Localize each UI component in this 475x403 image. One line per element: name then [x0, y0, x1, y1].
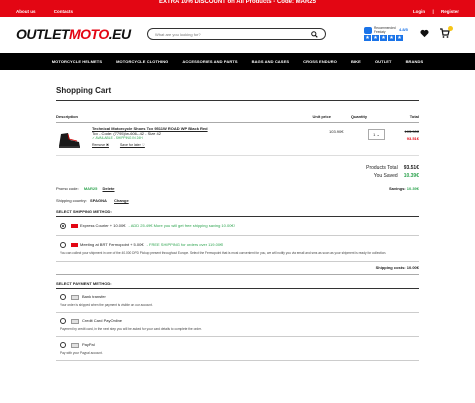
star-icon: ★	[380, 35, 387, 41]
promo-code: MAR25	[83, 186, 98, 191]
bank-icon	[71, 294, 79, 300]
nav-bags-cases[interactable]: BAGS AND CASES	[252, 59, 289, 64]
cart-table-header: Description Unit price Quantity Total	[56, 114, 419, 123]
rating-stars: ★ ★ ★ ★ ★	[364, 35, 403, 41]
shipping-option-note: - FREE SHIPPING for orders over 119.00€!	[146, 242, 224, 248]
delete-promo-button[interactable]: Delete	[103, 186, 115, 191]
top-bar: About us Contacts Login | Register	[0, 5, 475, 17]
star-icon: ★	[372, 35, 379, 41]
shipping-costs: Shipping costs: 10.00€	[56, 265, 419, 275]
nav-outlet[interactable]: OUTLET	[375, 59, 392, 64]
search-icon[interactable]	[311, 30, 318, 38]
products-total-value: 93.51€	[403, 165, 419, 171]
col-unit-price: Unit price	[312, 114, 331, 119]
logo-outlet: OUTLET	[16, 26, 70, 42]
shipping-option-name: Express Courier + 10.00€	[80, 223, 126, 229]
cart-totals: Products Total 93.51€ You Saved 10.39€	[56, 164, 419, 180]
shipping-option-fermopoint[interactable]: Meeting at BRT Fermopoint + 5.00€ - FREE …	[56, 236, 419, 262]
courier-logo-icon	[71, 224, 78, 228]
login-link[interactable]: Login	[413, 9, 425, 14]
payment-option-name: PayPal	[82, 342, 95, 348]
col-description: Description	[56, 114, 79, 119]
nav-motorcycle-helmets[interactable]: MOTORCYCLE HELMETS	[52, 59, 102, 64]
savings-label: Savings:	[388, 186, 406, 191]
search-bar	[147, 28, 326, 40]
shipping-country-row: Shipping country: SPAGNA Change	[56, 198, 419, 203]
payment-method-title: SELECT PAYMENT METHOD:	[56, 281, 419, 289]
main-nav: MOTORCYCLE HELMETS MOTORCYCLE CLOTHING A…	[0, 53, 475, 70]
promo-label: Promo code:	[56, 186, 79, 191]
col-quantity: Quantity	[350, 114, 368, 119]
cart-badge	[448, 26, 453, 31]
save-later-button[interactable]: Save for later ♡	[120, 143, 145, 147]
shipping-option-name: Meeting at BRT Fermopoint + 5.00€	[80, 242, 144, 248]
nav-motorcycle-clothing[interactable]: MOTORCYCLE CLOTHING	[116, 59, 168, 64]
product-image[interactable]	[56, 130, 82, 150]
products-total-label: Products Total	[366, 165, 398, 171]
payment-radio-bank[interactable]	[60, 294, 66, 300]
quantity-value: 1	[373, 132, 376, 137]
cart-button[interactable]	[440, 26, 453, 38]
cart-main: Shopping Cart Description Unit price Qua…	[0, 86, 475, 361]
page-title: Shopping Cart	[56, 86, 419, 101]
site-header: OUTLETMOTO.EU Recommended Feedaty 4.8/5 …	[0, 17, 475, 53]
rating-score: 4.8/5	[399, 27, 408, 32]
quantity-select[interactable]: 1 ⌄	[368, 129, 385, 140]
saved-value: 10.39€	[403, 173, 419, 179]
shipping-cost-value: 10.00€	[406, 265, 419, 270]
savings-value: 10.39€	[406, 186, 419, 191]
payment-radio-paypal[interactable]	[60, 342, 66, 348]
payment-option-name: Bank transfer	[82, 294, 106, 300]
nav-accessories-parts[interactable]: ACCESSORIES AND PARTS	[182, 59, 237, 64]
star-icon: ★	[396, 35, 403, 41]
country-value: SPAGNA	[90, 198, 107, 203]
old-total: 103.90€	[404, 129, 419, 134]
star-icon: ★	[364, 35, 371, 41]
credit-card-icon	[71, 318, 79, 324]
logo-moto: MOTO	[69, 26, 109, 42]
nav-cross-enduro[interactable]: CROSS ENDURO	[303, 59, 337, 64]
country-label: Shipping country:	[56, 198, 87, 203]
feedaty-rating[interactable]: Recommended Feedaty 4.8/5 ★ ★ ★ ★ ★	[364, 26, 408, 41]
shipping-radio-fermopoint[interactable]	[60, 242, 66, 248]
shipping-cost-label: Shipping costs:	[375, 265, 406, 270]
saved-label: You Saved	[373, 173, 398, 179]
item-actions: Remove ✖ Save for later ♡	[92, 143, 419, 148]
star-icon: ★	[388, 35, 395, 41]
separator: |	[432, 8, 434, 14]
shipping-option-express[interactable]: Express Courier + 10.00€ - ADD 25.49€ Mor…	[56, 217, 419, 236]
payment-option-desc: Your order is shipped when the payment i…	[60, 303, 153, 307]
site-logo[interactable]: OUTLETMOTO.EU	[16, 26, 131, 44]
nav-brands[interactable]: BRANDS	[406, 59, 424, 64]
nav-bike[interactable]: BIKE	[351, 59, 361, 64]
cart-item: Technical Motorcycle Shoes Tcx 9511W ROA…	[56, 123, 419, 156]
payment-option-paypal[interactable]: PayPal Pay with your Paypal account.	[56, 337, 419, 361]
paypal-icon	[71, 342, 79, 348]
about-us-link[interactable]: About us	[16, 9, 36, 14]
logo-eu: .EU	[108, 26, 131, 42]
remove-button[interactable]: Remove ✖	[92, 143, 109, 147]
change-country-button[interactable]: Change	[114, 198, 129, 203]
shield-icon	[364, 27, 372, 34]
shipping-option-desc: You can collect your shipment in one of …	[60, 251, 387, 255]
unit-price: 103.90€	[329, 129, 344, 134]
shipping-method-title: SELECT SHIPPING METHOD:	[56, 209, 419, 217]
brt-logo-icon	[71, 243, 78, 247]
register-link[interactable]: Register	[441, 9, 459, 14]
heart-icon[interactable]	[420, 29, 429, 38]
payment-option-card[interactable]: Credit Card PayOnline Payment by credit …	[56, 313, 419, 337]
col-total: Total	[409, 114, 419, 119]
payment-radio-card[interactable]	[60, 318, 66, 324]
contacts-link[interactable]: Contacts	[54, 9, 73, 14]
chevron-down-icon: ⌄	[376, 132, 380, 137]
search-input[interactable]	[155, 31, 311, 37]
new-total: 93.51€	[406, 136, 419, 141]
payment-option-name: Credit Card PayOnline	[82, 318, 123, 324]
payment-option-bank[interactable]: Bank transfer Your order is shipped when…	[56, 289, 419, 313]
shipping-option-note: - ADD 25.49€ More you will get free ship…	[128, 223, 235, 229]
payment-option-desc: Payment by credit card, in the next step…	[60, 327, 202, 331]
payment-option-desc: Pay with your Paypal account.	[60, 351, 103, 355]
shipping-radio-express[interactable]	[60, 223, 66, 229]
promo-code-row: Promo code: MAR25 Delete Savings: 10.39€	[56, 186, 419, 191]
